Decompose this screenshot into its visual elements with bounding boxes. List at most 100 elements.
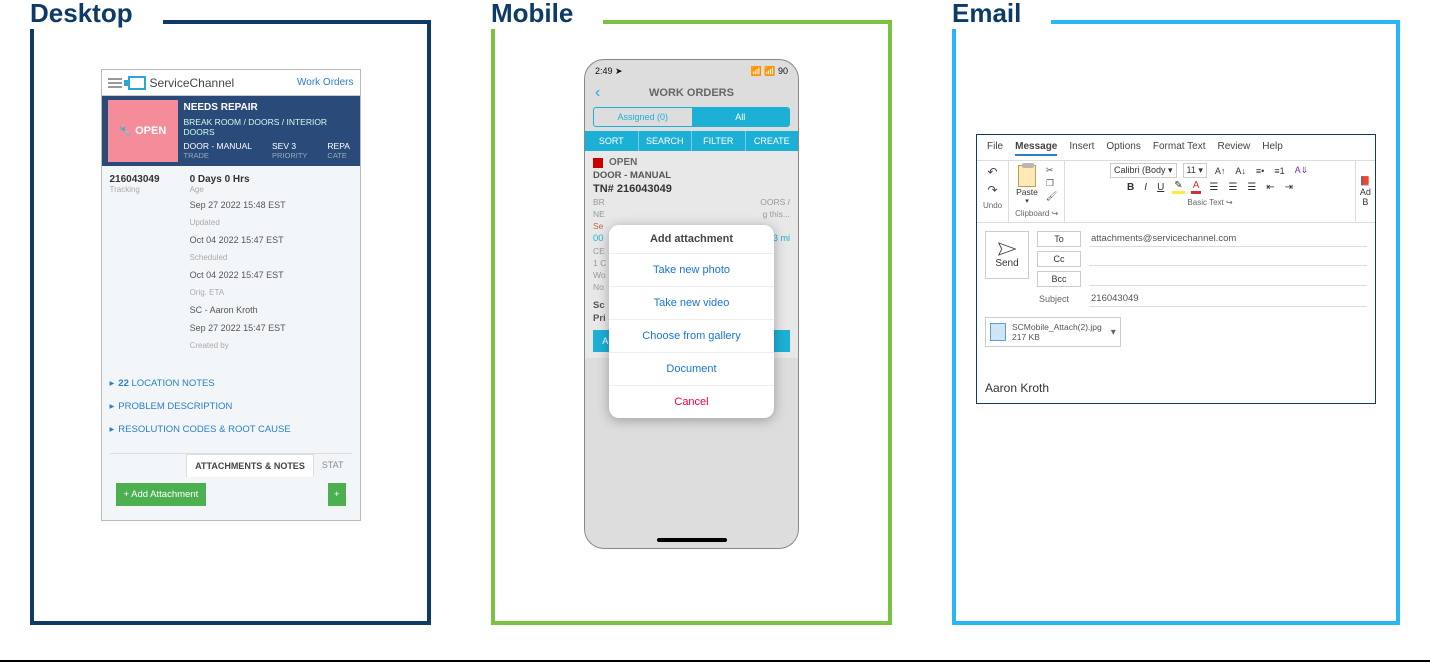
card-trade: DOOR - MANUAL — [593, 170, 790, 181]
tab-insert[interactable]: Insert — [1069, 139, 1094, 156]
align-left-icon[interactable]: ☰ — [1207, 182, 1220, 193]
clipboard-icon — [1018, 165, 1036, 187]
add-attachment-button[interactable]: + Add Attachment — [116, 483, 207, 506]
logo-icon — [128, 76, 146, 90]
work-orders-link[interactable]: Work Orders — [297, 77, 354, 88]
meta-list: Sep 27 2022 15:48 ESTUpdated Oct 04 2022… — [190, 200, 286, 350]
brand-logo[interactable]: ServiceChannel — [128, 76, 235, 90]
hamburger-icon[interactable] — [108, 78, 122, 88]
indent-increase-icon[interactable]: ⇥ — [1283, 182, 1295, 193]
header-columns: DOOR - MANUALTRADE SEV 3PRIORITY REPACAT… — [184, 141, 352, 160]
email-app: File Message Insert Options Format Text … — [976, 134, 1376, 404]
group-basic-text: Calibri (Body ▾ 11 ▾ A↑ A↓ ≡• ≡1 A⇓ B I … — [1065, 161, 1355, 222]
tab-help[interactable]: Help — [1262, 139, 1283, 156]
mobile-toolbar: SORT SEARCH FILTER CREATE — [585, 131, 798, 151]
tracking-label: Tracking — [110, 185, 160, 194]
tab-attachments-notes[interactable]: ATTACHMENTS & NOTES — [186, 454, 314, 477]
tool-filter[interactable]: FILTER — [692, 131, 746, 151]
underline-icon[interactable]: U — [1155, 182, 1166, 193]
copy-icon[interactable]: ❐ — [1046, 178, 1057, 189]
bcc-button[interactable]: Bcc — [1037, 271, 1081, 287]
paste-button[interactable]: Paste ▾ — [1016, 165, 1038, 205]
bullets-icon[interactable]: ≡• — [1254, 166, 1266, 176]
back-icon[interactable]: ‹ — [595, 84, 600, 102]
tab-review[interactable]: Review — [1217, 139, 1250, 156]
format-painter-icon[interactable]: 🖌 — [1046, 191, 1057, 202]
mobile-nav: ‹ WORK ORDERS — [585, 83, 798, 103]
tool-create[interactable]: CREATE — [746, 131, 799, 151]
tracking-number: 216043049 — [110, 174, 160, 185]
col-priority-value: SEV 3 — [272, 141, 307, 151]
sheet-cancel[interactable]: Cancel — [609, 385, 774, 418]
align-right-icon[interactable]: ☰ — [1245, 182, 1258, 193]
sheet-document[interactable]: Document — [609, 352, 774, 385]
desktop-body: 216043049 Tracking 0 Days 0 Hrs Age Sep … — [102, 166, 360, 520]
segment-assigned[interactable]: Assigned (0) — [594, 108, 692, 126]
shrink-font-icon[interactable]: A↓ — [1233, 166, 1248, 176]
attachment-sheet: Add attachment Take new photo Take new v… — [609, 225, 774, 418]
subject-input[interactable]: 216043049 — [1089, 291, 1367, 307]
desktop-app: ServiceChannel Work Orders OPEN NEEDS RE… — [101, 69, 361, 521]
sheet-take-photo[interactable]: Take new photo — [609, 253, 774, 286]
col-trade-value: DOOR - MANUAL — [184, 141, 252, 151]
tab-format-text[interactable]: Format Text — [1153, 139, 1206, 156]
add-plus-button[interactable]: + — [328, 483, 346, 506]
undo-icon[interactable]: ↶ — [988, 165, 998, 179]
location-notes-link[interactable]: 22 LOCATION NOTES — [110, 372, 352, 395]
email-title: Email — [952, 0, 1051, 29]
clear-format-icon[interactable]: A⇓ — [1293, 165, 1311, 176]
cc-button[interactable]: Cc — [1037, 251, 1081, 267]
indent-decrease-icon[interactable]: ⇤ — [1264, 182, 1276, 193]
attachment-size: 217 KB — [1012, 332, 1102, 342]
resolution-codes-link[interactable]: RESOLUTION CODES & ROOT CAUSE — [110, 418, 352, 441]
font-color-icon[interactable]: A — [1191, 180, 1202, 194]
segment-control: Assigned (0) All — [593, 107, 790, 127]
size-select[interactable]: 11 ▾ — [1183, 163, 1207, 178]
problem-description-link[interactable]: PROBLEM DESCRIPTION — [110, 395, 352, 418]
desktop-panel: Desktop ServiceChannel Work Orders OPEN … — [30, 20, 431, 625]
col-category-value: REPA — [327, 141, 350, 151]
bcc-input[interactable] — [1089, 272, 1367, 286]
tab-file[interactable]: File — [987, 139, 1003, 156]
italic-icon[interactable]: I — [1142, 182, 1149, 193]
segment-all[interactable]: All — [692, 108, 790, 126]
highlight-icon[interactable]: ✎ — [1172, 180, 1184, 194]
status-time: 2:49 ➤ — [595, 66, 623, 77]
font-select[interactable]: Calibri (Body ▾ — [1110, 163, 1177, 178]
mobile-panel: Mobile 2:49 ➤ 📶 📶 90 ‹ WORK ORDERS Assig… — [491, 20, 892, 625]
home-indicator[interactable] — [657, 538, 727, 542]
status-bar: 2:49 ➤ 📶 📶 90 — [585, 60, 798, 83]
tab-stat[interactable]: STAT — [314, 454, 352, 477]
mobile-app: 2:49 ➤ 📶 📶 90 ‹ WORK ORDERS Assigned (0)… — [584, 59, 799, 549]
needs-repair-label: NEEDS REPAIR — [184, 102, 352, 113]
tool-sort[interactable]: SORT — [585, 131, 639, 151]
tab-options[interactable]: Options — [1106, 139, 1140, 156]
mobile-title-text: WORK ORDERS — [649, 87, 734, 99]
card-tn: TN# 216043049 — [593, 183, 790, 195]
sheet-take-video[interactable]: Take new video — [609, 286, 774, 319]
age-label: Age — [190, 185, 286, 194]
expand-links: 22 LOCATION NOTES PROBLEM DESCRIPTION RE… — [110, 366, 352, 447]
cc-input[interactable] — [1089, 252, 1367, 266]
desktop-title: Desktop — [30, 0, 163, 29]
to-input[interactable]: attachments@servicechannel.com — [1089, 231, 1367, 247]
attachment-name: SCMobile_Attach(2).jpg — [1012, 322, 1102, 332]
address-book-icon[interactable]: 📕 — [1360, 176, 1371, 187]
tool-search[interactable]: SEARCH — [639, 131, 693, 151]
tab-message[interactable]: Message — [1015, 139, 1057, 156]
grow-font-icon[interactable]: A↑ — [1213, 166, 1228, 176]
desktop-topbar: ServiceChannel Work Orders — [102, 70, 360, 96]
align-center-icon[interactable]: ☰ — [1226, 182, 1239, 193]
cut-icon[interactable]: ✂ — [1046, 165, 1057, 176]
ribbon: ↶ ↷ Undo Paste ▾ ✂ ❐ — [977, 160, 1375, 223]
attachment-chip[interactable]: SCMobile_Attach(2).jpg 217 KB — [985, 317, 1121, 347]
numbering-icon[interactable]: ≡1 — [1272, 166, 1286, 176]
bold-icon[interactable]: B — [1125, 182, 1136, 193]
status-open-badge: OPEN — [108, 100, 178, 162]
redo-icon[interactable]: ↷ — [988, 183, 998, 197]
detail-tabs: ATTACHMENTS & NOTES STAT — [110, 453, 352, 477]
to-button[interactable]: To — [1037, 231, 1081, 247]
send-button[interactable]: Send — [985, 231, 1029, 279]
sheet-choose-gallery[interactable]: Choose from gallery — [609, 319, 774, 352]
brand-text: ServiceChannel — [150, 76, 235, 90]
